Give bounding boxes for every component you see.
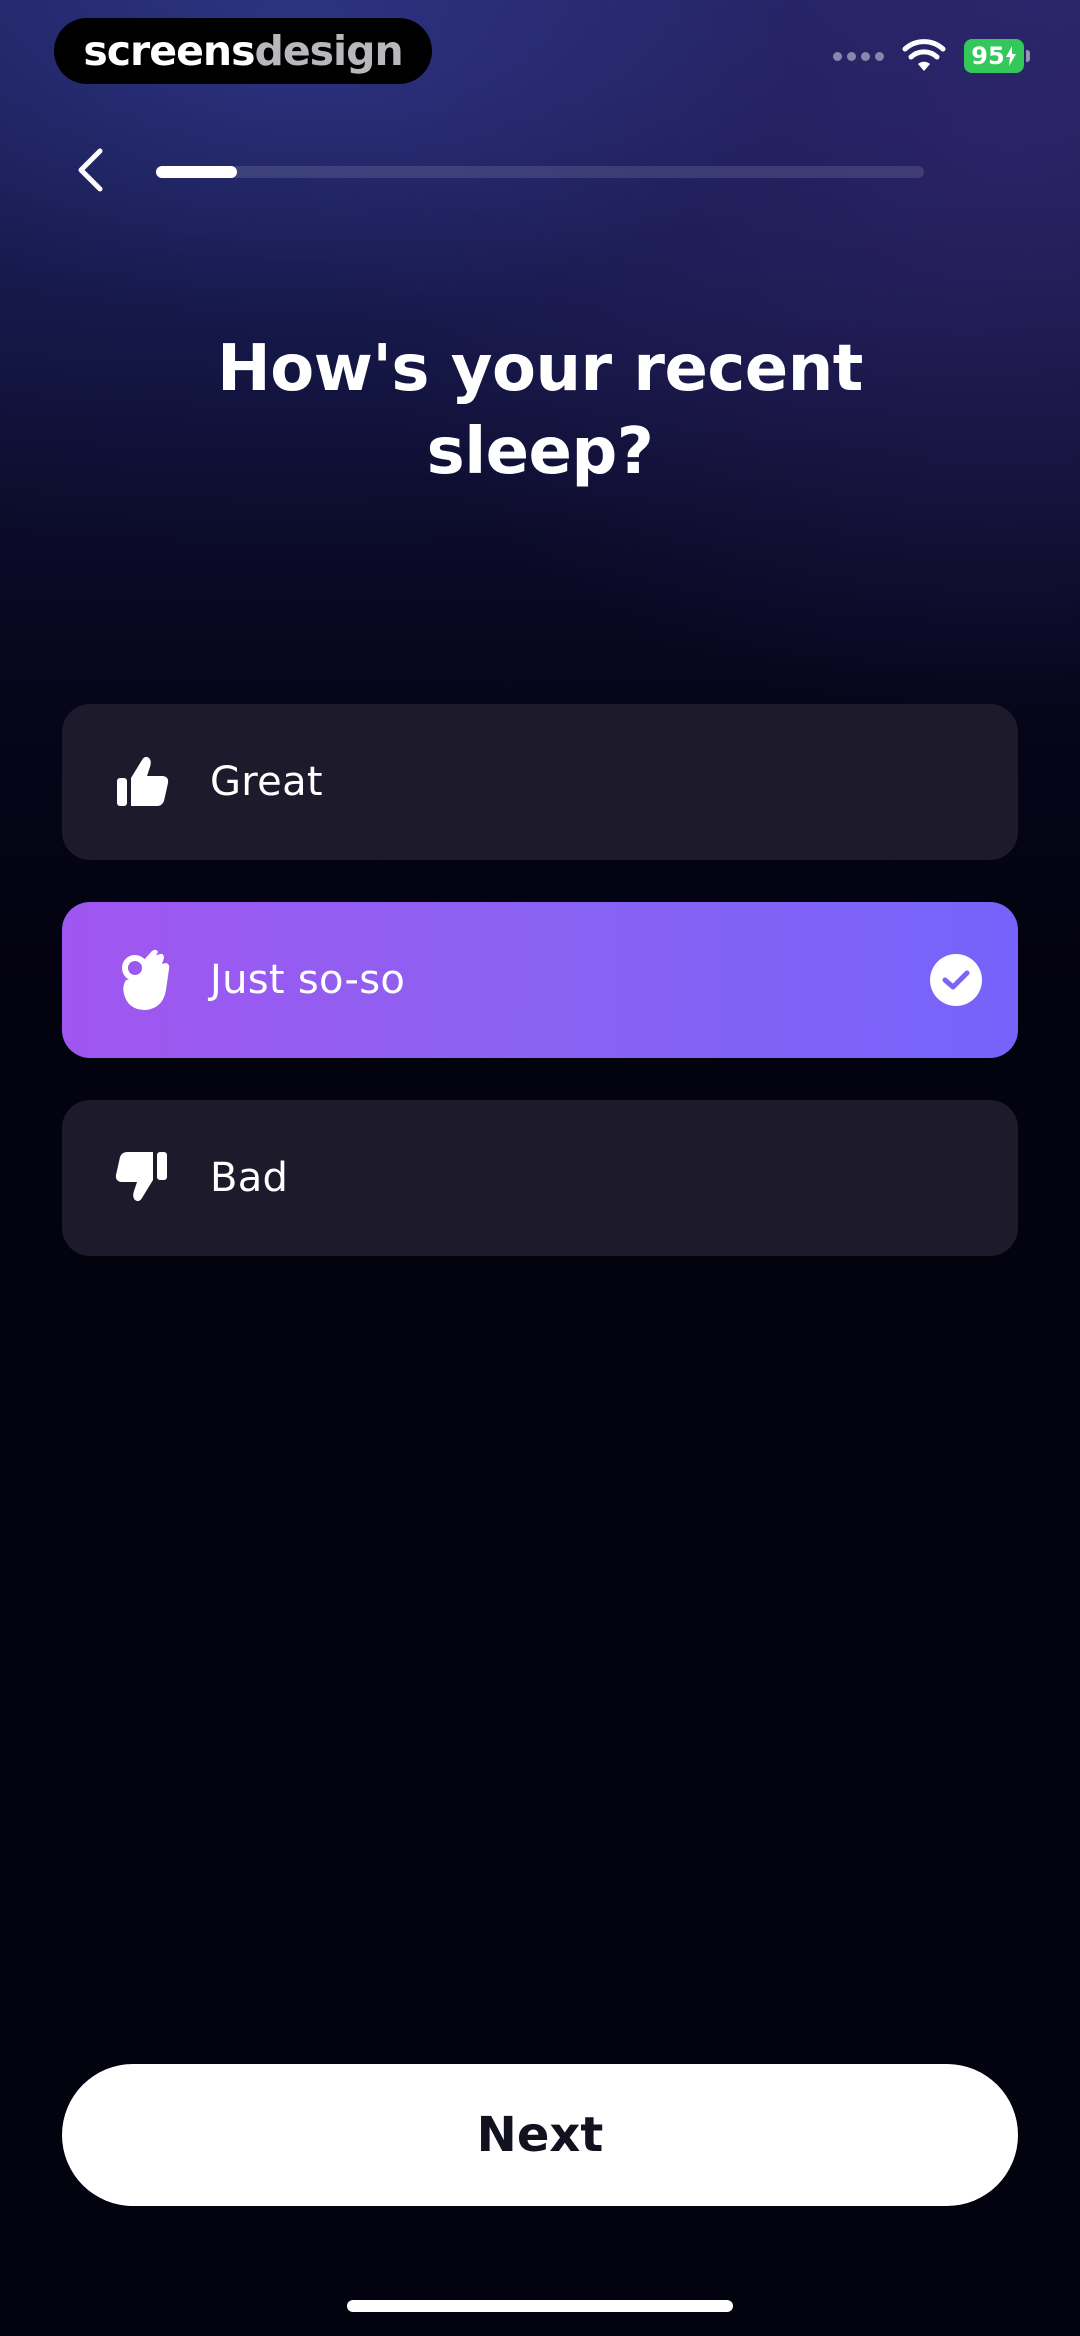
question-title: How's your recent sleep? bbox=[217, 332, 863, 489]
battery-level: 95 bbox=[971, 42, 1005, 70]
home-indicator bbox=[347, 2300, 733, 2312]
charging-bolt-icon bbox=[1005, 46, 1016, 66]
option-label: Just so-so bbox=[210, 957, 406, 1003]
battery-indicator: 95 bbox=[964, 39, 1030, 73]
checkmark-circle-icon bbox=[930, 954, 982, 1006]
chevron-left-icon bbox=[78, 148, 103, 192]
next-button[interactable]: Next bbox=[62, 2064, 1018, 2206]
ok-hand-icon bbox=[122, 949, 170, 1010]
option-great[interactable]: Great bbox=[62, 704, 1018, 860]
progress-bar-fill bbox=[156, 166, 237, 178]
cellular-signal-icon bbox=[833, 51, 884, 61]
option-just-so-so[interactable]: Just so-so bbox=[62, 902, 1018, 1058]
brand-watermark: screens design bbox=[54, 18, 432, 84]
option-label: Great bbox=[210, 759, 323, 805]
option-label: Bad bbox=[210, 1155, 289, 1201]
wifi-icon bbox=[902, 39, 946, 71]
back-button[interactable] bbox=[60, 140, 120, 200]
option-bad[interactable]: Bad bbox=[62, 1100, 1018, 1256]
brand-text-primary: screens bbox=[83, 27, 255, 75]
onboarding-screen: screens design 95 How's your recent sleep… bbox=[0, 0, 1080, 2336]
status-bar-indicators: 95 bbox=[833, 36, 1030, 76]
thumbs-down-icon bbox=[115, 1152, 167, 1202]
brand-text-secondary: design bbox=[254, 27, 403, 75]
thumbs-up-icon bbox=[117, 756, 169, 806]
onboarding-progress-bar bbox=[156, 166, 924, 178]
